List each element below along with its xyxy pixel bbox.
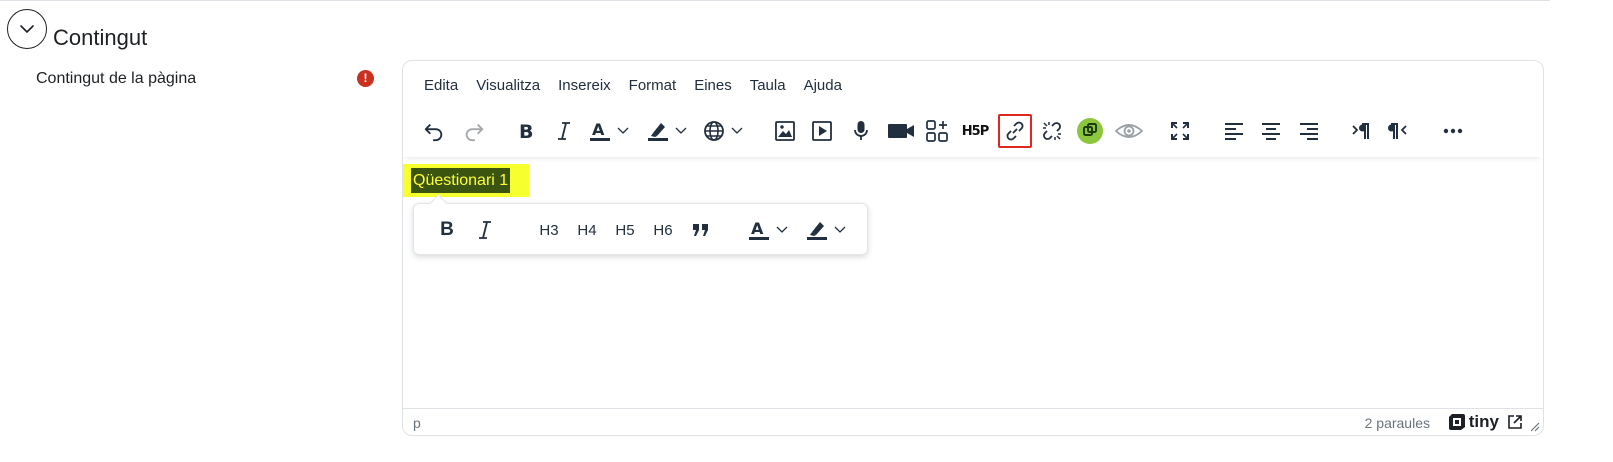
highlight-color-button[interactable] [647, 115, 695, 147]
autolink-icon [1077, 118, 1103, 144]
menu-view[interactable]: Visualitza [467, 75, 549, 96]
quickbar-arrow [429, 194, 448, 213]
content-bank-button[interactable] [922, 115, 952, 147]
rtl-button[interactable] [1383, 115, 1413, 147]
language-globe-icon [704, 121, 724, 141]
rich-text-editor: Edita Visualitza Insereix Format Eines T… [402, 60, 1544, 436]
more-icon [1443, 128, 1463, 134]
chevron-down-icon [617, 127, 629, 134]
tiny-brand-link[interactable]: tiny [1448, 412, 1499, 432]
editor-menubar: Edita Visualitza Insereix Format Eines T… [415, 75, 851, 96]
language-button[interactable] [703, 115, 751, 147]
content-bank-icon [926, 120, 948, 142]
svg-text:A: A [751, 219, 764, 238]
word-count[interactable]: 2 paraules [1365, 415, 1430, 431]
preview-button[interactable] [1112, 115, 1146, 147]
editor-toolbar: B A H5P [403, 105, 1543, 157]
quick-highlight-color-button[interactable] [806, 214, 856, 246]
align-right-icon [1300, 123, 1318, 140]
image-icon [775, 121, 795, 141]
text-color-icon: A [590, 120, 610, 141]
quick-bold-button[interactable]: B [432, 214, 462, 246]
align-left-icon [1225, 123, 1243, 140]
italic-icon [558, 122, 570, 140]
chevron-down-icon [776, 226, 788, 233]
quick-h6-button[interactable]: H6 [648, 214, 678, 246]
ltr-button[interactable] [1346, 115, 1376, 147]
ltr-icon [1352, 123, 1369, 139]
link-button[interactable] [998, 114, 1032, 148]
section-title: Contingut [53, 25, 148, 50]
chevron-down-icon [675, 127, 687, 134]
unlink-icon [1043, 122, 1061, 140]
menu-edit[interactable]: Edita [415, 75, 467, 96]
fullscreen-button[interactable] [1165, 115, 1195, 147]
fullscreen-icon [1171, 122, 1189, 140]
quick-blockquote-button[interactable] [686, 214, 716, 246]
highlight-box: Qüestionari 1 [403, 164, 529, 197]
menu-help[interactable]: Ajuda [795, 75, 851, 96]
blockquote-icon [693, 224, 708, 236]
align-center-icon [1262, 123, 1280, 140]
section-collapse-toggle[interactable] [7, 9, 47, 49]
chevron-down-icon [731, 127, 743, 134]
record-video-button[interactable] [884, 115, 918, 147]
selected-text[interactable]: Qüestionari 1 [411, 168, 511, 193]
bold-button[interactable]: B [511, 115, 541, 147]
image-button[interactable] [770, 115, 800, 147]
editor-statusbar: p 2 paraules tiny [403, 408, 1543, 435]
preview-eye-icon [1115, 124, 1143, 138]
video-camera-icon [888, 124, 914, 138]
rtl-icon [1388, 123, 1407, 139]
menu-table[interactable]: Taula [741, 75, 795, 96]
tiny-logo-icon [1448, 414, 1465, 430]
link-icon [1006, 121, 1024, 141]
align-center-button[interactable] [1256, 115, 1286, 147]
external-link-icon[interactable] [1507, 414, 1523, 430]
chevron-down-icon [20, 24, 34, 33]
editor-content-area[interactable]: Qüestionari 1 B H3 H4 H5 H6 A [403, 157, 1543, 409]
redo-icon [465, 123, 484, 142]
bold-icon: B [519, 121, 533, 141]
field-label: Contingut de la pàgina [36, 70, 197, 87]
menu-insert[interactable]: Insereix [549, 75, 620, 96]
svg-text:A: A [592, 120, 605, 139]
unlink-button[interactable] [1037, 115, 1067, 147]
required-icon: ! [357, 70, 374, 87]
resize-handle-icon[interactable] [1530, 422, 1540, 432]
highlight-color-icon [648, 123, 668, 141]
text-color-icon: A [749, 219, 769, 240]
quick-format-toolbar: B H3 H4 H5 H6 A [413, 194, 868, 255]
italic-icon [479, 221, 491, 239]
highlight-color-icon [807, 222, 827, 240]
autolink-button[interactable] [1075, 115, 1105, 147]
element-path[interactable]: p [413, 415, 421, 431]
media-icon [812, 121, 832, 141]
quick-h5-button[interactable]: H5 [610, 214, 640, 246]
undo-icon [424, 123, 443, 142]
quick-italic-button[interactable] [470, 214, 500, 246]
h5p-button[interactable]: H5P [959, 115, 991, 147]
microphone-icon [854, 121, 868, 140]
tiny-brand-label: tiny [1468, 412, 1499, 431]
redo-button[interactable] [459, 115, 489, 147]
chevron-down-icon [834, 226, 846, 233]
undo-button[interactable] [419, 115, 449, 147]
align-left-button[interactable] [1219, 115, 1249, 147]
align-right-button[interactable] [1294, 115, 1324, 147]
italic-button[interactable] [549, 115, 579, 147]
h5p-icon: H5P [961, 123, 989, 139]
quick-text-color-button[interactable]: A [748, 214, 798, 246]
top-divider [0, 0, 1550, 1]
more-button[interactable] [1437, 115, 1469, 147]
menu-format[interactable]: Format [620, 75, 686, 96]
menu-tools[interactable]: Eines [685, 75, 741, 96]
svg-text:B: B [519, 121, 533, 141]
media-button[interactable] [807, 115, 837, 147]
record-audio-button[interactable] [846, 115, 876, 147]
text-color-button[interactable]: A [589, 115, 637, 147]
quick-h3-button[interactable]: H3 [534, 214, 564, 246]
quick-h4-button[interactable]: H4 [572, 214, 602, 246]
